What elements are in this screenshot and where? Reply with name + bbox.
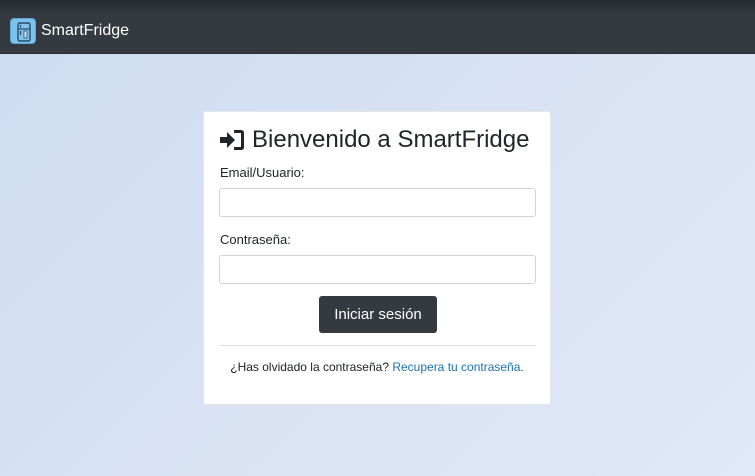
top-navbar: SmartFridge <box>0 0 755 54</box>
forgot-password-text: ¿Has olvidado la contraseña? <box>230 360 393 374</box>
forgot-password-line: ¿Has olvidado la contraseña? Recupera tu… <box>204 360 550 374</box>
brand-link[interactable]: SmartFridge <box>10 17 129 45</box>
password-label: Contraseña: <box>220 232 291 247</box>
login-card: Bienvenido a SmartFridge Email/Usuario: … <box>203 111 551 405</box>
brand-name: SmartFridge <box>41 22 130 39</box>
recover-suffix: . <box>520 360 524 374</box>
password-input[interactable] <box>219 255 536 284</box>
login-button[interactable]: Iniciar sesión <box>319 296 437 333</box>
fridge-icon <box>10 18 36 44</box>
divider <box>219 345 536 346</box>
email-label: Email/Usuario: <box>220 165 305 180</box>
login-title-text: Bienvenido a SmartFridge <box>252 126 530 153</box>
sign-in-icon <box>220 129 245 151</box>
login-title: Bienvenido a SmartFridge <box>220 126 529 154</box>
recover-password-link[interactable]: Recupera tu contraseña <box>392 360 520 374</box>
email-input[interactable] <box>219 188 536 217</box>
